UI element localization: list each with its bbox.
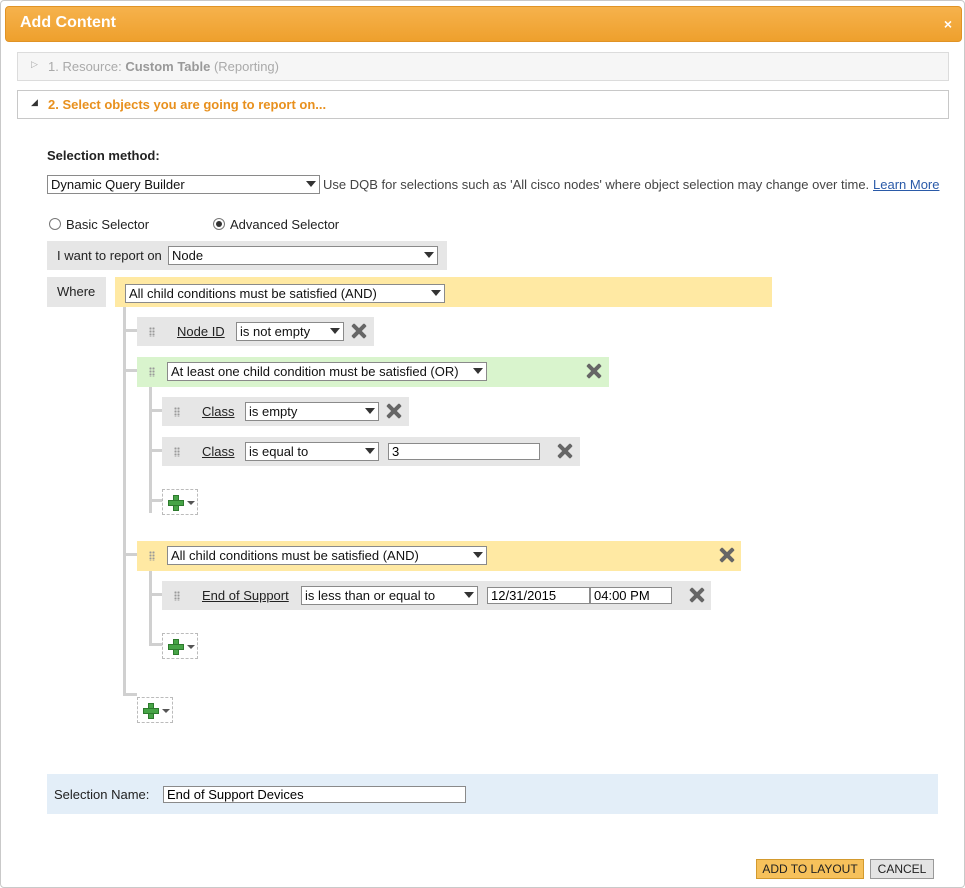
or-group-select[interactable]: At least one child condition must be sat… [167,362,487,381]
condition-operator-select[interactable]: is empty [245,402,379,421]
report-on-select[interactable]: Node [168,246,438,265]
plus-icon [168,639,184,655]
condition-operator-select[interactable]: is not empty [236,322,344,341]
expand-triangle-icon: ▷ [31,59,38,69]
dialog-title: Add Content [20,14,116,31]
chevron-down-icon [464,592,474,598]
selection-method-select[interactable]: Dynamic Query Builder [47,175,320,194]
chevron-down-icon [330,328,340,334]
tree-line [123,693,137,696]
condition-field-link[interactable]: Class [202,404,235,419]
or-group-value: At least one child condition must be sat… [171,364,459,379]
and-group-value: All child conditions must be satisfied (… [171,548,419,563]
selection-method-hint: Use DQB for selections such as 'All cisc… [323,177,870,192]
chevron-down-icon [162,709,170,713]
add-to-layout-button[interactable]: ADD TO LAYOUT [756,859,864,879]
selection-method-label: Selection method: [47,148,160,163]
chevron-down-icon [306,181,316,187]
chevron-down-icon [431,290,441,296]
condition-operator-value: is less than or equal to [305,588,436,603]
advanced-selector-radio[interactable] [213,218,225,230]
remove-icon[interactable] [689,587,705,603]
chevron-down-icon [473,552,483,558]
time-input[interactable] [590,587,672,604]
drag-handle-icon[interactable] [174,407,180,417]
condition-value-input[interactable] [388,443,540,460]
tree-line [123,553,137,556]
tree-line [149,643,162,646]
condition-operator-value: is empty [249,404,298,419]
condition-operator-select[interactable]: is equal to [245,442,379,461]
close-icon[interactable]: × [944,16,952,32]
basic-selector-label: Basic Selector [66,217,150,232]
step-resource-label: 1. Resource: Custom Table (Reporting) [48,59,279,74]
add-condition-button[interactable] [162,633,198,659]
root-group-value: All child conditions must be satisfied (… [129,286,377,301]
chevron-down-icon [424,252,434,258]
chevron-down-icon [365,408,375,414]
remove-icon[interactable] [351,323,367,339]
condition-field-link[interactable]: Class [202,444,235,459]
dialog-titlebar: Add Content × [5,6,962,42]
tree-line [149,449,162,452]
collapse-triangle-icon: ◢ [31,97,38,107]
report-on-label: I want to report on [57,248,162,263]
remove-icon[interactable] [719,547,735,563]
add-content-dialog: Add Content × ▷ 1. Resource: Custom Tabl… [0,0,965,888]
date-input[interactable] [487,587,590,604]
report-on-value: Node [172,248,204,263]
advanced-selector-label: Advanced Selector [230,217,340,232]
condition-field-link[interactable]: End of Support [202,588,289,603]
tree-line [149,499,162,502]
plus-icon [143,703,159,719]
basic-selector-radio[interactable] [49,218,61,230]
step-select-objects-label: 2. Select objects you are going to repor… [48,97,327,112]
tree-line [149,409,162,412]
add-condition-button[interactable] [162,489,198,515]
selection-name-label: Selection Name: [54,787,150,802]
chevron-down-icon [187,501,195,505]
tree-line [149,593,162,596]
drag-handle-icon[interactable] [149,327,155,337]
where-label: Where [57,284,96,299]
tree-line [123,369,137,372]
learn-more-link[interactable]: Learn More [873,177,939,192]
drag-handle-icon[interactable] [174,447,180,457]
and-group-select[interactable]: All child conditions must be satisfied (… [167,546,487,565]
tree-line [149,571,152,645]
chevron-down-icon [473,368,483,374]
condition-operator-value: is not empty [240,324,311,339]
drag-handle-icon[interactable] [149,367,155,377]
drag-handle-icon[interactable] [149,551,155,561]
chevron-down-icon [187,645,195,649]
selection-name-input[interactable] [163,786,466,803]
condition-field-link[interactable]: Node ID [177,324,225,339]
drag-handle-icon[interactable] [174,591,180,601]
step-select-objects[interactable]: ◢ 2. Select objects you are going to rep… [17,90,949,119]
add-condition-button[interactable] [137,697,173,723]
remove-icon[interactable] [586,363,602,379]
remove-icon[interactable] [557,443,573,459]
selection-method-value: Dynamic Query Builder [51,177,185,192]
plus-icon [168,495,184,511]
root-group-select[interactable]: All child conditions must be satisfied (… [125,284,445,303]
condition-operator-value: is equal to [249,444,309,459]
step-resource[interactable]: ▷ 1. Resource: Custom Table (Reporting) [17,52,949,81]
tree-line [123,307,126,695]
remove-icon[interactable] [386,403,402,419]
cancel-button[interactable]: CANCEL [870,859,934,879]
tree-line [123,329,137,332]
condition-operator-select[interactable]: is less than or equal to [301,586,478,605]
chevron-down-icon [365,448,375,454]
